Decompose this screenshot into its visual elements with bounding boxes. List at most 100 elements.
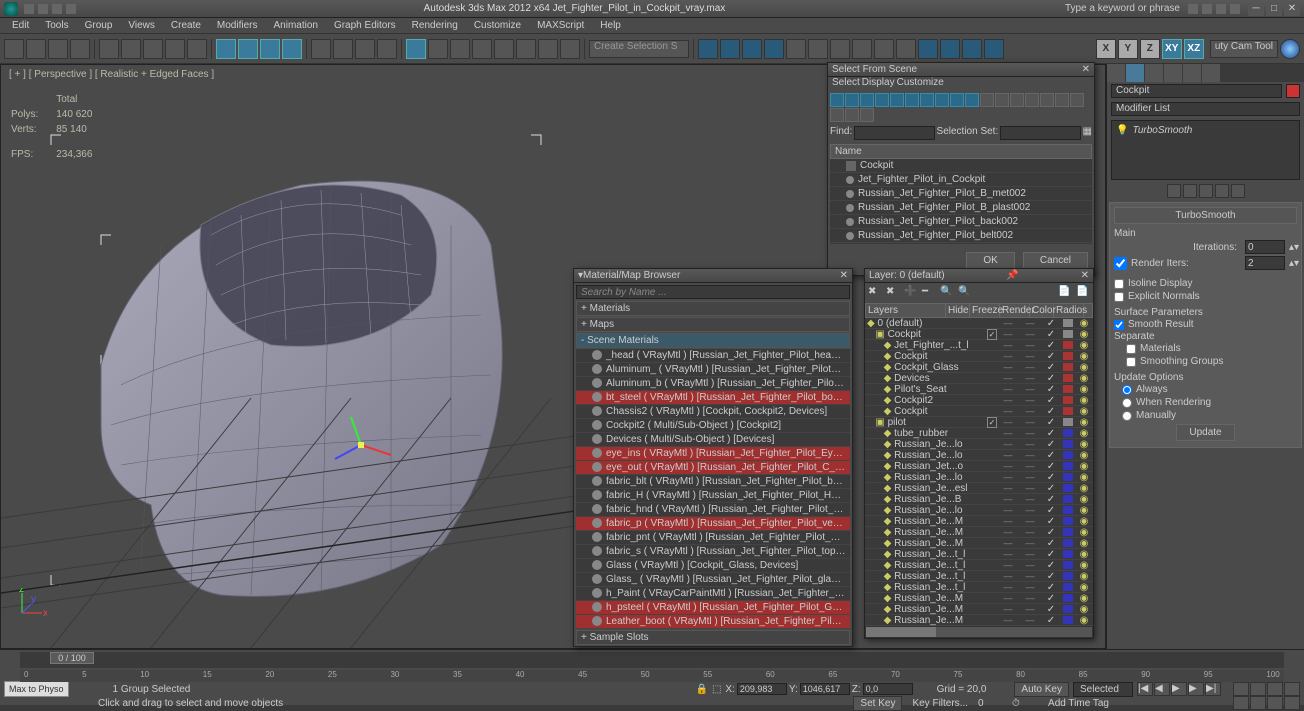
explicit-normals-checkbox[interactable] (1114, 292, 1124, 302)
coord-z-input[interactable]: 0,0 (863, 683, 913, 695)
timeconfig-icon[interactable]: ⏱ (1012, 698, 1026, 709)
toolbar-button-6[interactable] (121, 39, 141, 59)
layer-row[interactable]: ◆ Russian_Je...M——✓◉ (865, 615, 1093, 626)
material-item[interactable]: fabric_blt ( VRayMtl ) [Russian_Jet_Figh… (576, 475, 850, 489)
close-button[interactable]: ✕ (1284, 2, 1300, 16)
axis-xy-button[interactable]: XY (1162, 39, 1182, 59)
keyfilters-button[interactable]: Key Filters... (906, 697, 974, 710)
toolbar-button-22[interactable] (428, 39, 448, 59)
toolbar-button-19[interactable] (377, 39, 397, 59)
toolbar-button-24[interactable] (472, 39, 492, 59)
next-frame-button[interactable]: ▶ (1188, 682, 1204, 696)
add-time-tag[interactable]: Add Time Tag (1048, 698, 1109, 709)
layer-row[interactable]: ◆ Devices——✓◉ (865, 373, 1093, 384)
layer-row[interactable]: ◆ Russian_Je...t_l——✓◉ (865, 571, 1093, 582)
horizontal-scrollbar[interactable] (865, 626, 1093, 638)
sfs-filter-icon-11[interactable] (995, 93, 1009, 107)
material-item[interactable]: Glass_ ( VRayMtl ) [Russian_Jet_Fighter_… (576, 573, 850, 587)
viewport-nav-3[interactable] (1267, 682, 1283, 696)
coord-x-input[interactable]: 209,983 (737, 683, 787, 695)
toolbar-button-7[interactable] (143, 39, 163, 59)
lock-icon[interactable]: 🔒 (695, 684, 707, 695)
toolbar-mid-10[interactable] (918, 39, 938, 59)
toolbar-button-27[interactable] (538, 39, 558, 59)
toolbar-button-21[interactable] (406, 39, 426, 59)
layer-row[interactable]: ◆ 0 (default)——✓◉ (865, 318, 1093, 329)
menu-views[interactable]: Views (120, 19, 163, 32)
sample-slots-section[interactable]: + Sample Slots (576, 630, 850, 645)
hide-layer-icon[interactable]: 🔍 (958, 286, 972, 300)
configure-sets-icon[interactable] (1231, 184, 1245, 198)
prev-frame-button[interactable]: ◀ (1154, 682, 1170, 696)
sfs-filter-icon-14[interactable] (1040, 93, 1054, 107)
add-to-layer-icon[interactable]: ➕ (904, 286, 918, 300)
sfs-filter-icon-17[interactable] (830, 108, 844, 122)
viewport-label[interactable]: [ + ] [ Perspective ] [ Realistic + Edge… (9, 69, 214, 80)
material-item[interactable]: Chassis2 ( VRayMtl ) [Cockpit, Cockpit2,… (576, 405, 850, 419)
viewport-nav-6[interactable] (1250, 696, 1266, 710)
axis-z-button[interactable]: Z (1140, 39, 1160, 59)
sfs-filter-icon-8[interactable] (950, 93, 964, 107)
layer-refresh-icon[interactable]: 📄 (1076, 286, 1090, 300)
display-tab-icon[interactable] (1183, 64, 1201, 82)
axis-y-button[interactable]: Y (1118, 39, 1138, 59)
close-icon[interactable]: ✕ (1081, 270, 1089, 281)
toolbar-mid-4[interactable] (786, 39, 806, 59)
viewport-nav-4[interactable] (1284, 682, 1300, 696)
isoline-checkbox[interactable] (1114, 279, 1124, 289)
layer-row[interactable]: ◆ Russian_Je...B——✓◉ (865, 494, 1093, 505)
scene-materials-section[interactable]: - Scene Materials (576, 333, 850, 348)
scene-item[interactable]: Russian_Jet_Fighter_Pilot_back002 (830, 215, 1092, 229)
material-item[interactable]: fabric_p ( VRayMtl ) [Russian_Jet_Fighte… (576, 517, 850, 531)
make-unique-icon[interactable] (1199, 184, 1213, 198)
toolbar-button-13[interactable] (260, 39, 280, 59)
show-end-result-icon[interactable] (1183, 184, 1197, 198)
rollout-header[interactable]: TurboSmooth (1114, 207, 1297, 224)
toolbar-button-25[interactable] (494, 39, 514, 59)
key-mode-select[interactable]: Selected (1073, 682, 1133, 697)
layer-row[interactable]: ▣ Cockpit✓——✓◉ (865, 329, 1093, 340)
sfs-menu-customize[interactable]: Customize (897, 77, 944, 91)
toolbar-mid-9[interactable] (896, 39, 916, 59)
render-iters-spinner[interactable] (1245, 256, 1285, 270)
cancel-button[interactable]: Cancel (1023, 252, 1088, 269)
toolbar-button-5[interactable] (99, 39, 119, 59)
material-item[interactable]: Devices ( Multi/Sub-Object ) [Devices] (576, 433, 850, 447)
sfs-filter-icon-10[interactable] (980, 93, 994, 107)
toolbar-button-3[interactable] (70, 39, 90, 59)
layer-column-freeze[interactable]: Freeze (970, 304, 1000, 317)
menu-create[interactable]: Create (163, 19, 209, 32)
toolbar-mid-1[interactable] (720, 39, 740, 59)
toolbar-button-9[interactable] (187, 39, 207, 59)
layer-row[interactable]: ◆ Cockpit2——✓◉ (865, 395, 1093, 406)
layer-row[interactable]: ◆ tube_rubber——✓◉ (865, 428, 1093, 439)
filter-icon[interactable]: ▦ (1083, 126, 1092, 140)
toolbar-button-0[interactable] (4, 39, 24, 59)
sfs-filter-icon-1[interactable] (845, 93, 859, 107)
scene-item[interactable]: Russian_Jet_Fighter_Pilot_belt002 (830, 229, 1092, 243)
layer-row[interactable]: ◆ Russian_Je...t_l——✓◉ (865, 560, 1093, 571)
layer-props-icon[interactable]: 📄 (1058, 286, 1072, 300)
update-button[interactable]: Update (1176, 424, 1234, 441)
timeline-track[interactable]: 0 / 100 (20, 652, 1284, 668)
layer-column-color[interactable]: Color (1030, 304, 1054, 317)
sfs-filter-icon-7[interactable] (935, 93, 949, 107)
sfs-filter-icon-5[interactable] (905, 93, 919, 107)
sfs-filter-icon-4[interactable] (890, 93, 904, 107)
material-item[interactable]: _head ( VRayMtl ) [Russian_Jet_Fighter_P… (576, 349, 850, 363)
toolbar-button-8[interactable] (165, 39, 185, 59)
object-color-swatch[interactable] (1286, 84, 1300, 98)
current-frame-input[interactable]: 0 (978, 698, 1008, 709)
layer-row[interactable]: ◆ Pilot's_Seat——✓◉ (865, 384, 1093, 395)
sfs-filter-icon-18[interactable] (845, 108, 859, 122)
menu-modifiers[interactable]: Modifiers (209, 19, 266, 32)
toolbar-button-26[interactable] (516, 39, 536, 59)
help-search[interactable]: Type a keyword or phrase (1065, 3, 1180, 14)
scene-item[interactable]: Russian_Jet_Fighter_Pilot_boot_metal002 (830, 243, 1092, 244)
axis-xz-button[interactable]: XZ (1184, 39, 1204, 59)
layer-row[interactable]: ◆ Russian_Je...M——✓◉ (865, 604, 1093, 615)
menu-animation[interactable]: Animation (265, 19, 325, 32)
pin-stack-icon[interactable] (1167, 184, 1181, 198)
layer-column-render[interactable]: Render (1000, 304, 1030, 317)
update-render-radio[interactable] (1122, 398, 1132, 408)
